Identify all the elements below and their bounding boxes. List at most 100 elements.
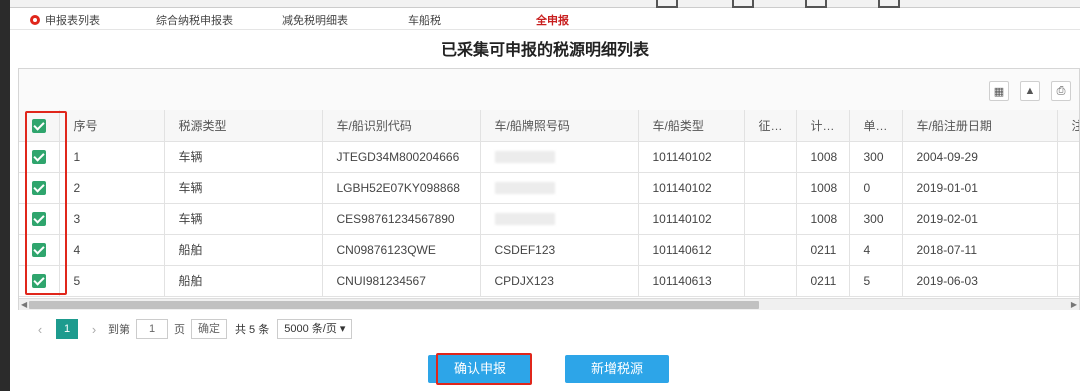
cell-seq: 1: [59, 141, 165, 173]
goto-page-input[interactable]: [136, 319, 168, 339]
cell-seq: 5: [59, 265, 165, 297]
col-header-source-type[interactable]: 税源类型: [164, 110, 323, 142]
table-row[interactable]: 1 车辆 JTEGD34M800204666 101140102 1008 30…: [19, 141, 1079, 173]
select-all-checkbox[interactable]: [31, 118, 46, 133]
col-header-plate[interactable]: 车/船牌照号码: [480, 110, 639, 142]
cell-register-date: 2004-09-29: [902, 141, 1058, 173]
cell-zhu: [1057, 141, 1079, 173]
cell-plate: CSDEF123: [480, 234, 639, 266]
cell-source-type: 船舶: [164, 234, 323, 266]
cell-register-date: 2019-01-01: [902, 172, 1058, 204]
cell-dan: 300: [849, 203, 903, 235]
table-row[interactable]: 5 船舶 CNUI981234567 CPDJX123 101140613 02…: [19, 265, 1079, 297]
page-1-button[interactable]: 1: [56, 319, 78, 339]
cell-id-code: CN09876123QWE: [322, 234, 481, 266]
row-checkbox[interactable]: [31, 242, 46, 257]
cell-zheng: [744, 172, 797, 204]
goto-confirm-button[interactable]: 确定: [191, 319, 227, 339]
cell-seq: 3: [59, 203, 165, 235]
tab-exemption-detail[interactable]: 减免税明细表: [282, 12, 348, 28]
grid-toolbar: ▦ ▲ ⎙: [19, 69, 1079, 109]
gear-icon: [30, 15, 40, 25]
cell-zheng: [744, 141, 797, 173]
row-checkbox[interactable]: [31, 211, 46, 226]
page-title: 已采集可申报的税源明细列表: [440, 42, 649, 59]
cell-dan: 5: [849, 265, 903, 297]
cell-kind: 101140613: [638, 265, 745, 297]
cell-dan: 4: [849, 234, 903, 266]
row-select-cell[interactable]: [19, 203, 60, 235]
cell-zhu: [1057, 203, 1079, 235]
cell-kind: 101140612: [638, 234, 745, 266]
toolbar-icon[interactable]: [878, 0, 900, 8]
row-checkbox[interactable]: [31, 273, 46, 288]
cell-source-type: 车辆: [164, 172, 323, 204]
col-header-register-date[interactable]: 车/船注册日期: [902, 110, 1058, 142]
app-frame: 申报表列表 综合纳税申报表 减免税明细表 车船税 全申报 已采集可申报的税源明细…: [10, 0, 1080, 391]
columns-icon[interactable]: ▦: [989, 81, 1009, 101]
grid-panel: ▦ ▲ ⎙ 序号 税源类型 车/船识别代码 车/船牌照号码 车/船类型 征… 计…: [18, 68, 1080, 310]
cell-kind: 101140102: [638, 172, 745, 204]
table-row[interactable]: 4 船舶 CN09876123QWE CSDEF123 101140612 02…: [19, 234, 1079, 266]
cell-source-type: 车辆: [164, 203, 323, 235]
page-size-select[interactable]: 5000 条/页 ▾: [277, 319, 353, 339]
col-header-kind[interactable]: 车/船类型: [638, 110, 745, 142]
tab-comprehensive[interactable]: 综合纳税申报表: [156, 12, 233, 28]
tab-vehicle-vessel-tax[interactable]: 车船税: [408, 12, 441, 28]
row-select-cell[interactable]: [19, 172, 60, 204]
row-select-cell[interactable]: [19, 234, 60, 266]
cell-plate: [480, 203, 639, 235]
confirm-declare-button[interactable]: 确认申报: [428, 355, 532, 383]
horizontal-scrollbar[interactable]: ◀ ▶: [19, 298, 1079, 310]
tab-row: 申报表列表 综合纳税申报表 减免税明细表 车船税 全申报: [10, 8, 1080, 30]
row-select-cell[interactable]: [19, 141, 60, 173]
tab-full-declaration[interactable]: 全申报: [536, 12, 569, 28]
row-checkbox[interactable]: [31, 180, 46, 195]
table-row[interactable]: 3 车辆 CES98761234567890 101140102 1008 30…: [19, 203, 1079, 235]
scroll-right-icon[interactable]: ▶: [1071, 300, 1077, 309]
add-tax-source-button[interactable]: 新增税源: [565, 355, 669, 383]
prev-page-icon[interactable]: ‹: [30, 322, 50, 337]
scroll-left-icon[interactable]: ◀: [21, 300, 27, 309]
cell-id-code: CNUI981234567: [322, 265, 481, 297]
cell-zheng: [744, 203, 797, 235]
col-header-zheng[interactable]: 征…: [744, 110, 797, 142]
select-all-cell[interactable]: [19, 110, 60, 142]
next-page-icon[interactable]: ›: [84, 322, 104, 337]
cell-seq: 2: [59, 172, 165, 204]
cell-plate: CPDJX123: [480, 265, 639, 297]
row-select-cell[interactable]: [19, 265, 60, 297]
col-header-id-code[interactable]: 车/船识别代码: [322, 110, 481, 142]
toolbar-icon[interactable]: [732, 0, 754, 8]
cell-zheng: [744, 265, 797, 297]
cell-register-date: 2019-06-03: [902, 265, 1058, 297]
chevron-down-icon: ▾: [339, 323, 346, 335]
export-icon[interactable]: ▲: [1020, 81, 1040, 101]
row-checkbox[interactable]: [31, 149, 46, 164]
cell-id-code: LGBH52E07KY098868: [322, 172, 481, 204]
cell-ji: 1008: [796, 172, 850, 204]
cell-zheng: [744, 234, 797, 266]
toolbar-icon[interactable]: [805, 0, 827, 8]
cell-ji: 1008: [796, 203, 850, 235]
col-header-zhu[interactable]: 注: [1057, 110, 1079, 142]
tab-label: 申报表列表: [45, 15, 100, 27]
cell-zhu: [1057, 265, 1079, 297]
previous-toolbar-strip: [10, 0, 1080, 8]
redacted-plate: [494, 213, 555, 226]
col-header-ji[interactable]: 计…: [796, 110, 850, 142]
cell-ji: 0211: [796, 265, 850, 297]
col-header-dan[interactable]: 单…: [849, 110, 903, 142]
print-icon[interactable]: ⎙: [1051, 81, 1071, 101]
table-scroll-area[interactable]: 序号 税源类型 车/船识别代码 车/船牌照号码 车/船类型 征… 计… 单… 车…: [19, 110, 1079, 298]
page-unit-label: 页: [174, 324, 185, 336]
pagination: ‹ 1 › 到第 页 确定 共 5 条 5000 条/页 ▾: [18, 316, 1080, 342]
scrollbar-thumb[interactable]: [29, 301, 759, 309]
tab-declaration-list[interactable]: 申报表列表: [30, 12, 100, 28]
cell-id-code: CES98761234567890: [322, 203, 481, 235]
toolbar-icon[interactable]: [656, 0, 678, 8]
redacted-plate: [494, 182, 555, 195]
col-header-seq[interactable]: 序号: [59, 110, 165, 142]
table-row[interactable]: 2 车辆 LGBH52E07KY098868 101140102 1008 0 …: [19, 172, 1079, 204]
redacted-plate: [494, 151, 555, 164]
